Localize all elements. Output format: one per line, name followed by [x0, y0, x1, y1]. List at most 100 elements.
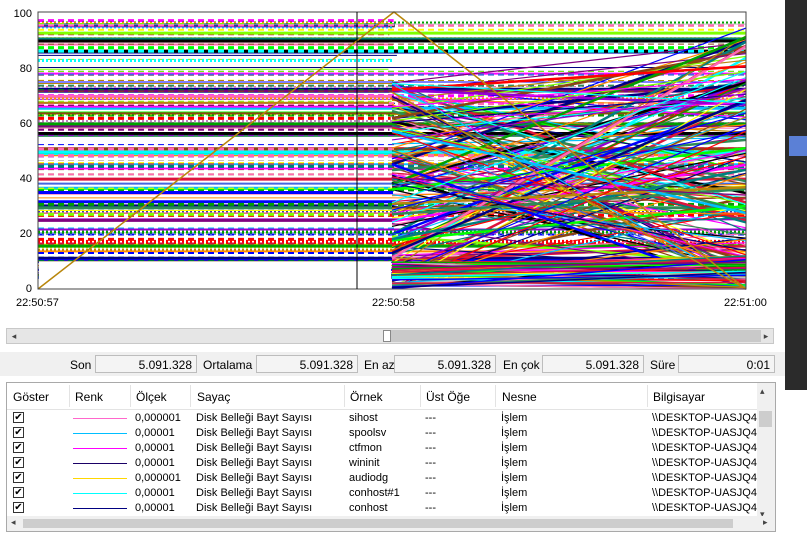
show-checkbox[interactable]: ✔ [13, 472, 24, 483]
object-cell: İşlem [501, 457, 528, 469]
color-swatch [73, 478, 127, 479]
column-header-counter[interactable]: Sayaç [197, 390, 230, 404]
vertical-scroll-thumb[interactable] [759, 411, 772, 427]
table-row[interactable]: ✔ 0,00001 Disk Belleği Bayt Sayısı conhost -… [7, 501, 759, 516]
column-header-scale[interactable]: Ölçek [136, 390, 167, 404]
table-horizontal-scrollbar[interactable]: ◂ ▸ [7, 516, 775, 531]
counter-cell: Disk Belleği Bayt Sayısı [196, 472, 313, 484]
statistics-bar: Son 5.091.328 Ortalama 5.091.328 En az 5… [0, 352, 785, 376]
computer-cell: \\DESKTOP-UASJQ4 [652, 412, 757, 424]
scroll-left-icon[interactable]: ◂ [11, 517, 16, 528]
show-checkbox[interactable]: ✔ [13, 412, 24, 423]
y-tick-label: 0 [25, 283, 32, 295]
time-scroll-thumb[interactable] [383, 330, 391, 342]
scroll-right-icon[interactable]: ▸ [763, 517, 768, 528]
counter-cell: Disk Belleği Bayt Sayısı [196, 442, 313, 454]
color-swatch [73, 433, 127, 434]
column-header-object[interactable]: Nesne [502, 390, 537, 404]
computer-cell: \\DESKTOP-UASJQ4 [652, 457, 757, 469]
instance-cell: conhost [349, 502, 388, 514]
parent-cell: --- [425, 442, 436, 454]
instance-cell: spoolsv [349, 427, 387, 439]
time-scrollbar[interactable]: ◂ ▸ [6, 328, 774, 344]
x-tick-label: 22:51:00 [724, 297, 767, 309]
object-cell: İşlem [501, 472, 528, 484]
performance-graph[interactable] [0, 0, 807, 320]
instance-cell: audiodg [349, 472, 389, 484]
scroll-right-icon[interactable]: ▸ [759, 329, 773, 343]
counter-table[interactable]: Göster Renk Ölçek Sayaç Örnek Üst Öğe Ne… [6, 382, 776, 532]
color-swatch [73, 463, 127, 464]
parent-cell: --- [425, 412, 436, 424]
show-checkbox[interactable]: ✔ [13, 502, 24, 513]
scale-cell: 0,00001 [135, 427, 175, 439]
background-window-edge [785, 0, 807, 390]
computer-cell: \\DESKTOP-UASJQ4 [652, 472, 757, 484]
computer-cell: \\DESKTOP-UASJQ4 [652, 487, 757, 499]
table-vertical-scrollbar[interactable]: ▴ ▾ [757, 383, 775, 523]
table-row[interactable]: ✔ 0,000001 Disk Belleği Bayt Sayısı sihost -… [7, 411, 759, 426]
scroll-up-icon[interactable]: ▴ [760, 386, 765, 397]
table-row[interactable]: ✔ 0,00001 Disk Belleği Bayt Sayısı ctfmon --… [7, 441, 759, 456]
counter-cell: Disk Belleği Bayt Sayısı [196, 412, 313, 424]
scale-cell: 0,000001 [135, 412, 181, 424]
column-header-parent[interactable]: Üst Öğe [426, 390, 470, 404]
parent-cell: --- [425, 427, 436, 439]
color-swatch [73, 418, 127, 419]
last-label: Son [70, 358, 92, 372]
table-row[interactable]: ✔ 0,00001 Disk Belleği Bayt Sayısı conhost#… [7, 486, 759, 501]
computer-cell: \\DESKTOP-UASJQ4 [652, 502, 757, 514]
column-header-show[interactable]: Göster [13, 390, 49, 404]
scale-cell: 0,00001 [135, 457, 175, 469]
x-tick-label: 22:50:57 [16, 297, 59, 309]
show-checkbox[interactable]: ✔ [13, 487, 24, 498]
minimum-label: En az [364, 358, 395, 372]
parent-cell: --- [425, 472, 436, 484]
average-value: 5.091.328 [256, 355, 358, 373]
show-checkbox[interactable]: ✔ [13, 442, 24, 453]
graph-lines [37, 11, 747, 290]
instance-cell: wininit [349, 457, 380, 469]
column-header-instance[interactable]: Örnek [350, 390, 383, 404]
computer-cell: \\DESKTOP-UASJQ4 [652, 442, 757, 454]
object-cell: İşlem [501, 487, 528, 499]
counter-cell: Disk Belleği Bayt Sayısı [196, 457, 313, 469]
counter-cell: Disk Belleği Bayt Sayısı [196, 487, 313, 499]
duration-value: 0:01 [678, 355, 775, 373]
duration-label: Süre [650, 358, 676, 372]
y-tick-label: 80 [19, 63, 32, 75]
last-value: 5.091.328 [95, 355, 197, 373]
y-tick-label: 40 [19, 173, 32, 185]
maximum-label: En çok [503, 358, 540, 372]
color-swatch [73, 508, 127, 509]
computer-cell: \\DESKTOP-UASJQ4 [652, 427, 757, 439]
x-tick-label: 22:50:58 [372, 297, 415, 309]
show-checkbox[interactable]: ✔ [13, 457, 24, 468]
y-tick-label: 100 [13, 8, 32, 20]
instance-cell: conhost#1 [349, 487, 400, 499]
scroll-left-icon[interactable]: ◂ [7, 329, 21, 343]
background-window-accent [789, 136, 807, 156]
color-swatch [73, 448, 127, 449]
object-cell: İşlem [501, 412, 528, 424]
y-tick-label: 20 [19, 228, 32, 240]
series-line [39, 261, 391, 288]
parent-cell: --- [425, 457, 436, 469]
table-row[interactable]: ✔ 0,00001 Disk Belleği Bayt Sayısı wininit -… [7, 456, 759, 471]
scale-cell: 0,00001 [135, 442, 175, 454]
table-row[interactable]: ✔ 0,00001 Disk Belleği Bayt Sayısı spoolsv -… [7, 426, 759, 441]
instance-cell: sihost [349, 412, 378, 424]
parent-cell: --- [425, 502, 436, 514]
maximum-value: 5.091.328 [542, 355, 644, 373]
scale-cell: 0,00001 [135, 487, 175, 499]
y-tick-label: 60 [19, 118, 32, 130]
scale-cell: 0,00001 [135, 502, 175, 514]
horizontal-scroll-thumb[interactable] [23, 519, 733, 528]
column-header-color[interactable]: Renk [75, 390, 103, 404]
scale-cell: 0,000001 [135, 472, 181, 484]
table-row[interactable]: ✔ 0,000001 Disk Belleği Bayt Sayısı audiodg… [7, 471, 759, 486]
show-checkbox[interactable]: ✔ [13, 427, 24, 438]
counter-cell: Disk Belleği Bayt Sayısı [196, 427, 313, 439]
time-scroll-range [391, 330, 761, 342]
column-header-computer[interactable]: Bilgisayar [653, 390, 705, 404]
